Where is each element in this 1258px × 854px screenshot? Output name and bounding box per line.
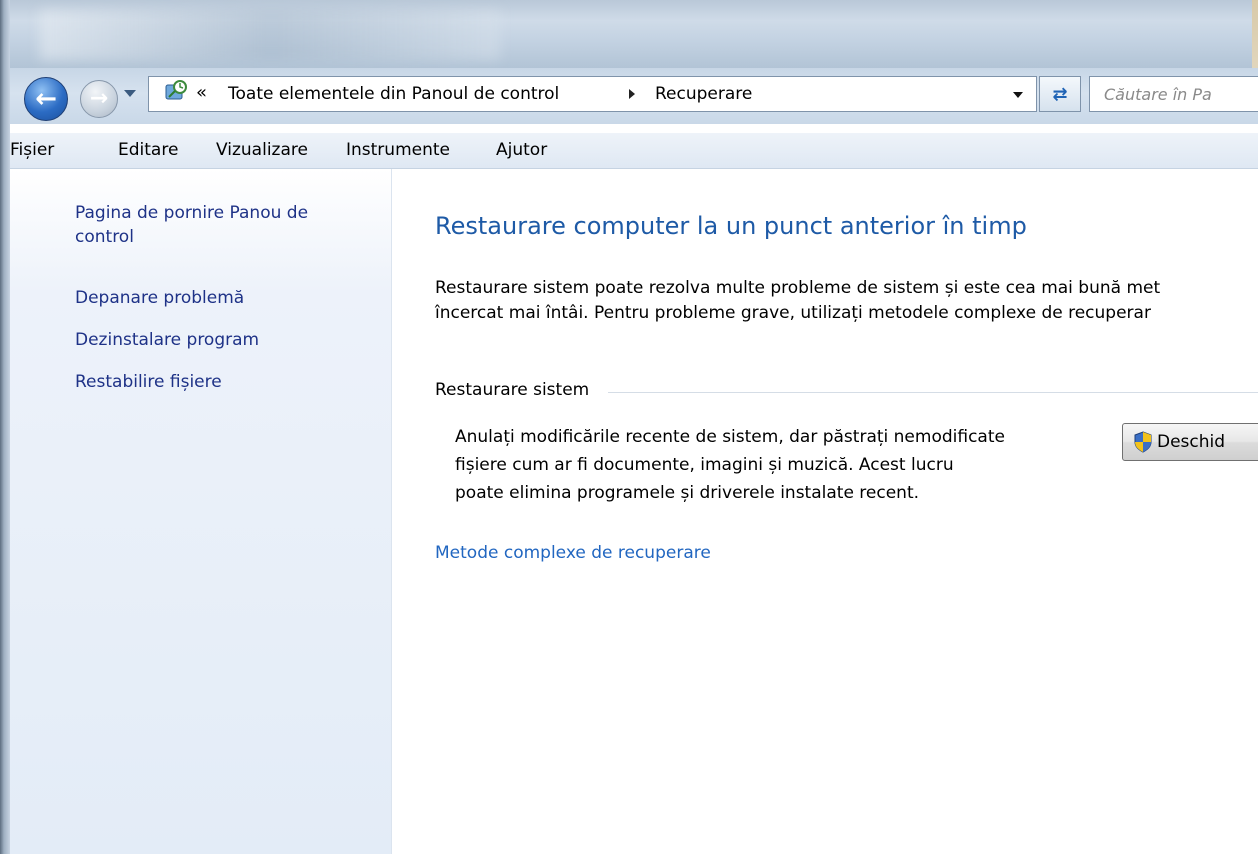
recovery-icon [165, 80, 187, 100]
menu-file[interactable]: Fișier [10, 139, 54, 161]
system-restore-description-line: Anulați modificările recente de sistem, … [455, 427, 1005, 447]
group-title-system-restore: Restaurare sistem [435, 380, 590, 400]
advanced-recovery-link[interactable]: Metode complexe de recuperare [435, 541, 711, 565]
menu-help[interactable]: Ajutor [496, 139, 547, 161]
back-button[interactable]: ← [24, 77, 68, 121]
system-restore-description-line: fișiere cum ar fi documente, imagini și … [455, 455, 954, 475]
group-divider [608, 392, 1258, 393]
refresh-button[interactable]: ⇄ [1039, 76, 1081, 112]
menu-view[interactable]: Vizualizare [216, 139, 308, 161]
menu-bar [10, 133, 1258, 169]
search-input[interactable] [1089, 76, 1258, 112]
address-overflow-chevron[interactable]: « [196, 83, 207, 103]
breadcrumb-separator-icon[interactable] [629, 89, 635, 99]
sidebar-item-restore-files[interactable]: Restabilire fișiere [75, 370, 222, 394]
page-description-line: Restaurare sistem poate rezolva multe pr… [435, 278, 1161, 298]
page-title: Restaurare computer la un punct anterior… [435, 212, 1027, 240]
recent-pages-dropdown-icon[interactable] [124, 90, 136, 97]
sidebar-item-troubleshooting[interactable]: Depanare problemă [75, 286, 244, 310]
address-dropdown-icon[interactable] [1013, 92, 1023, 98]
task-pane [10, 169, 392, 854]
system-restore-description-line: poate elimina programele și driverele in… [455, 483, 920, 503]
open-system-restore-button[interactable]: Deschid [1122, 423, 1258, 461]
page-description-line: încercat mai întâi. Pentru probleme grav… [435, 303, 1151, 323]
arrow-right-icon: → [89, 86, 109, 111]
menu-edit[interactable]: Editare [118, 139, 178, 161]
sidebar-item-uninstall-program[interactable]: Dezinstalare program [75, 328, 259, 352]
breadcrumb-recovery[interactable]: Recuperare [655, 83, 752, 105]
sidebar-item-control-panel-home[interactable]: Pagina de pornire Panou de control [75, 201, 308, 249]
forward-button[interactable]: → [80, 80, 118, 118]
sidebar-item-label: control [75, 227, 134, 247]
arrow-left-icon: ← [35, 84, 57, 114]
uac-shield-icon [1134, 431, 1152, 453]
refresh-icon: ⇄ [1052, 83, 1068, 105]
title-bar-background [40, 10, 500, 60]
open-system-restore-label: Deschid [1157, 432, 1226, 452]
breadcrumb-control-panel[interactable]: Toate elementele din Panoul de control [228, 83, 559, 105]
window-left-border [0, 0, 10, 854]
sidebar-item-label: Pagina de pornire Panou de [75, 203, 309, 223]
menu-tools[interactable]: Instrumente [346, 139, 450, 161]
